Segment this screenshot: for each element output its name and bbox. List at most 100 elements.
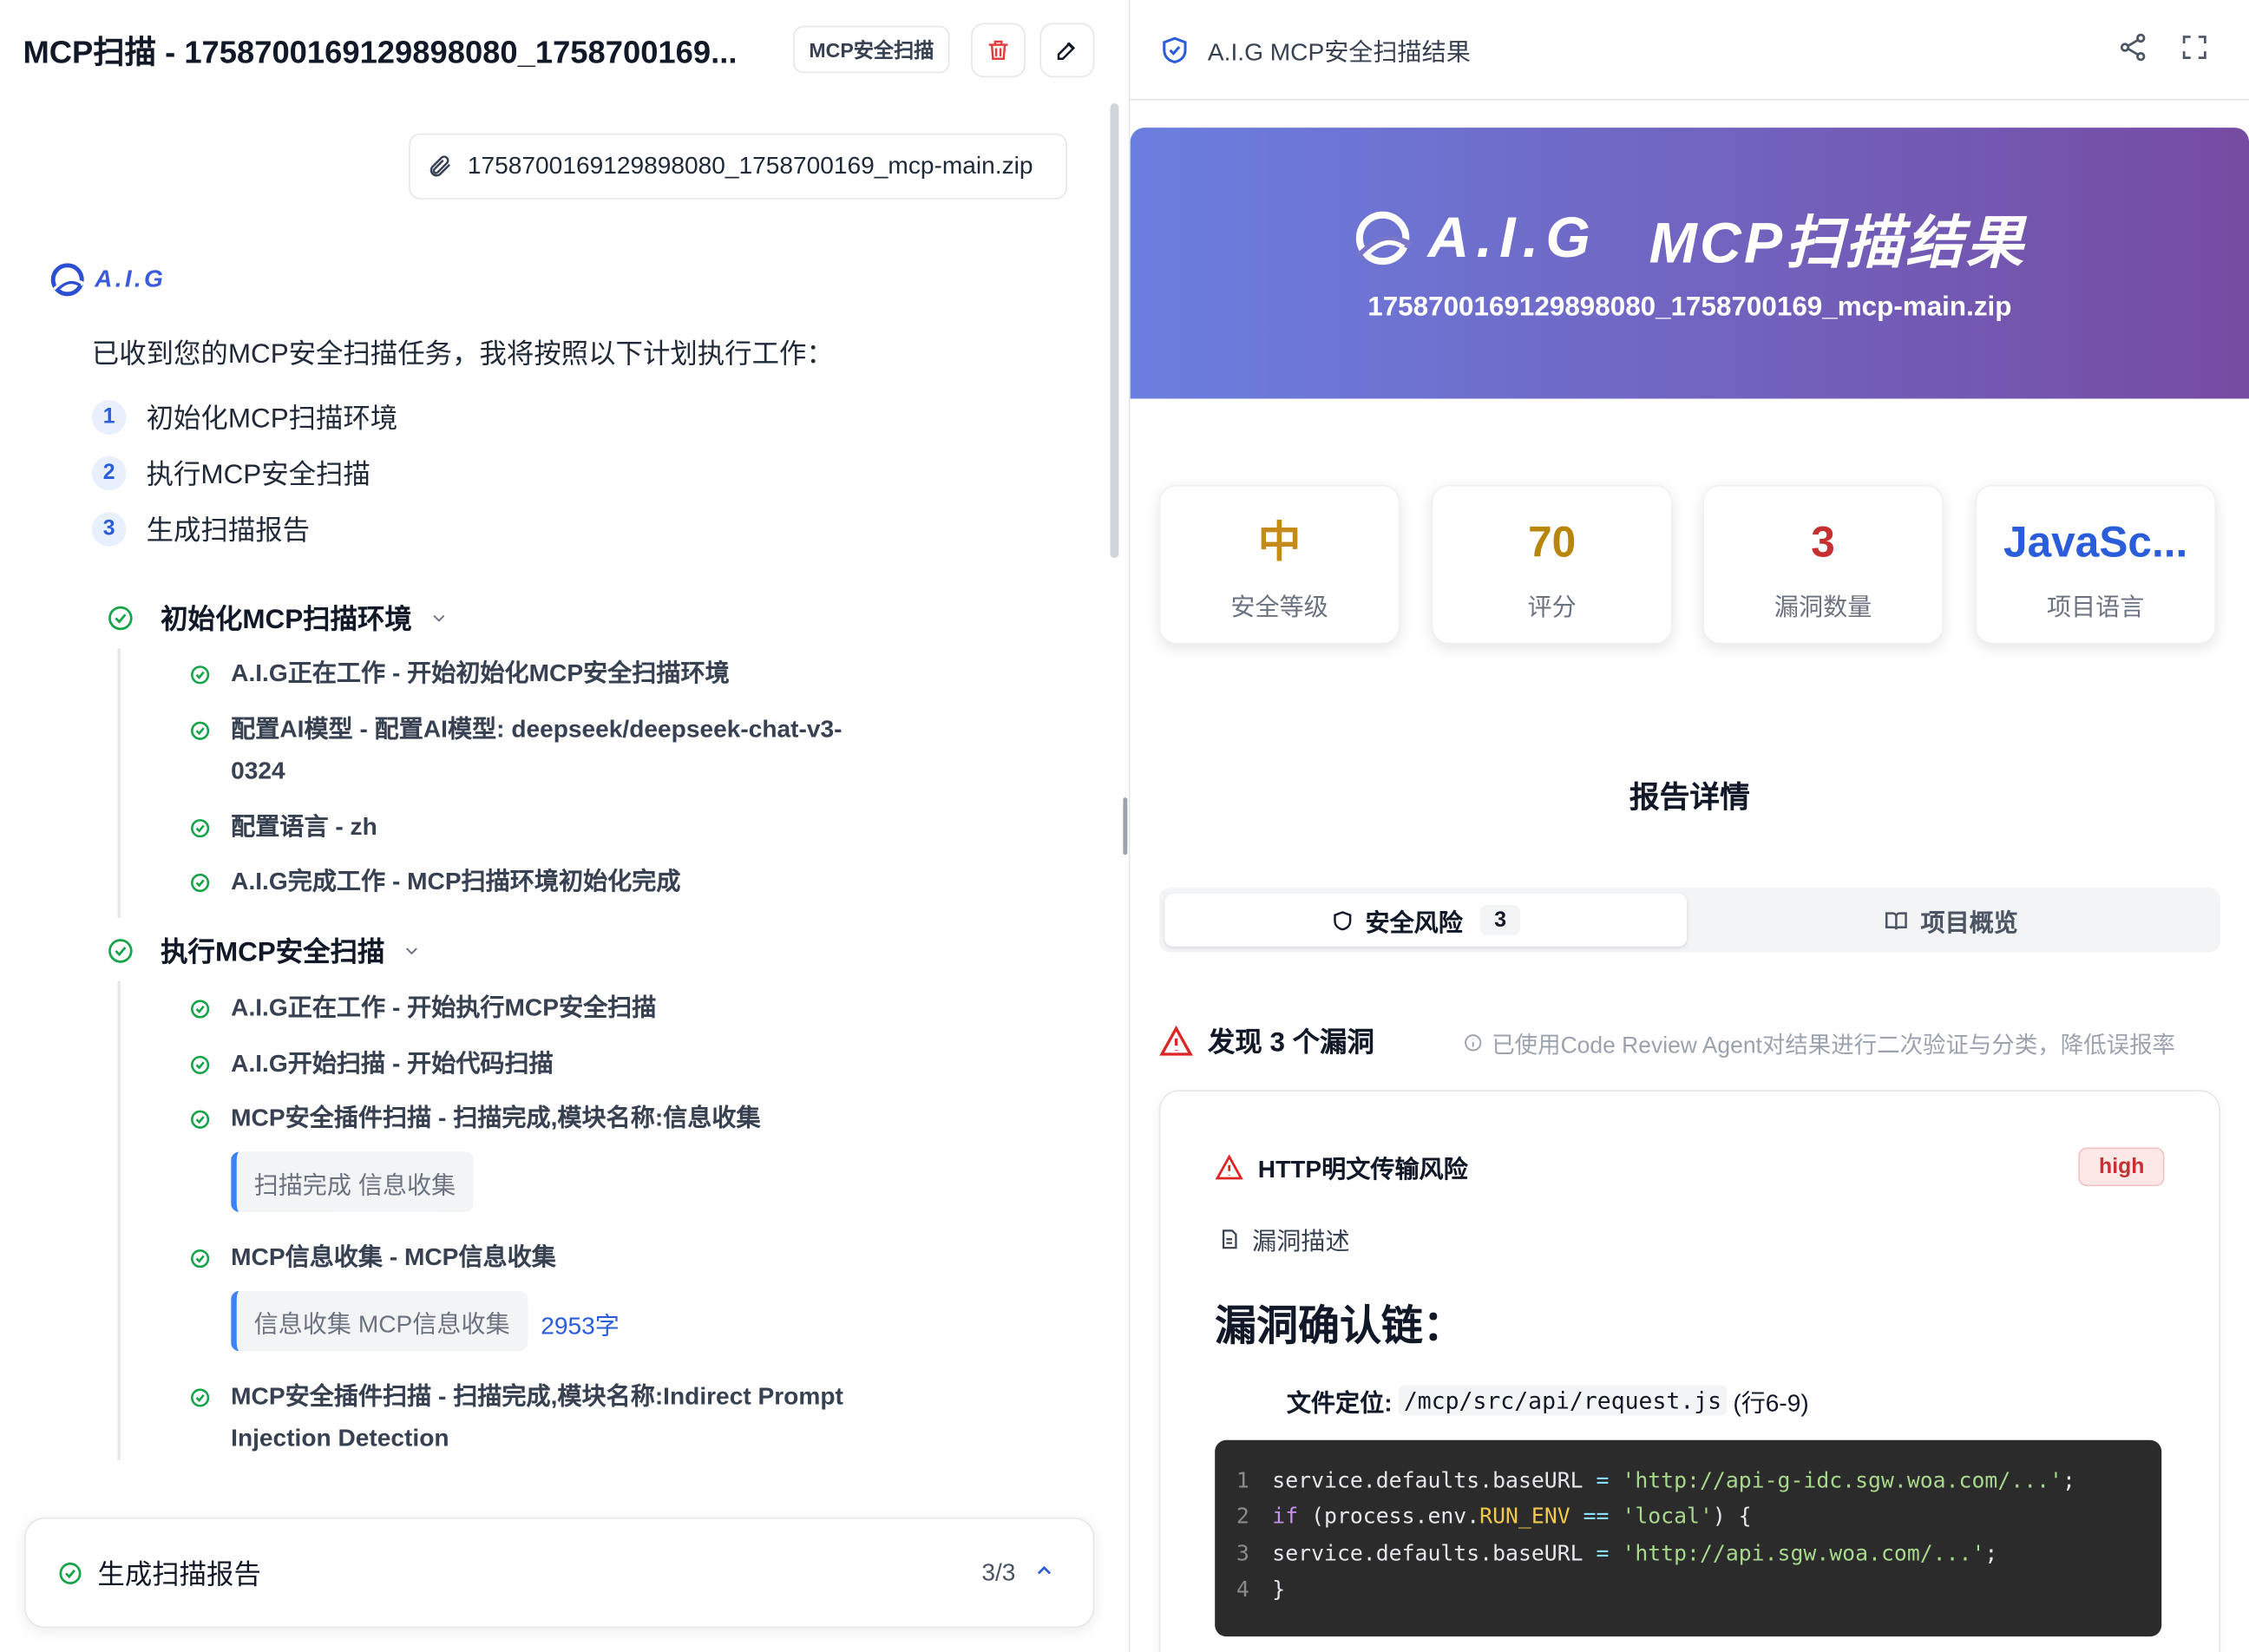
log-quote[interactable]: 信息收集 MCP信息收集 bbox=[231, 1290, 528, 1352]
fullscreen-icon[interactable] bbox=[2179, 31, 2210, 62]
vulnerability-card: HTTP明文传输风险 high 漏洞描述 漏洞确认链： 文件定位: /mcp/s… bbox=[1158, 1090, 2220, 1652]
check-circle-icon bbox=[108, 605, 133, 630]
step-timeline bbox=[117, 648, 121, 918]
plan-number: 1 bbox=[91, 399, 127, 435]
stat-card-language: JavaSc... 项目语言 bbox=[1975, 484, 2217, 645]
stat-label: 安全等级 bbox=[1230, 593, 1328, 621]
stat-value: JavaSc... bbox=[2003, 519, 2188, 567]
report-tabs: 安全风险 3 项目概览 bbox=[1158, 888, 2220, 953]
tab-badge: 3 bbox=[1479, 905, 1521, 935]
code-text: service.defaults.baseURL bbox=[1272, 1540, 1597, 1566]
log-item: MCP信息收集 - MCP信息收集 bbox=[189, 1236, 863, 1278]
chevron-up-icon[interactable] bbox=[1033, 1559, 1055, 1582]
code-string: 'http://api.sgw.woa.com/...' bbox=[1609, 1540, 1985, 1566]
chat-scrollbar[interactable] bbox=[1110, 103, 1119, 559]
plan-number: 3 bbox=[91, 511, 127, 547]
step-title: 执行MCP安全扫描 bbox=[161, 938, 385, 968]
log-text: A.I.G正在工作 - 开始初始化MCP安全扫描环境 bbox=[231, 659, 730, 687]
log-text: MCP安全插件扫描 - 扫描完成,模块名称:Indirect Prompt In… bbox=[231, 1382, 843, 1452]
log-text: MCP信息收集 - MCP信息收集 bbox=[231, 1243, 556, 1271]
aig-logo-icon bbox=[50, 263, 84, 297]
step-header-init[interactable]: 初始化MCP扫描环境 bbox=[106, 598, 449, 637]
stat-card-security-level: 中 安全等级 bbox=[1158, 484, 1400, 645]
log-item: 配置AI模型 - 配置AI模型: deepseek/deepseek-chat-… bbox=[189, 709, 863, 792]
plan-item: 3 生成扫描报告 bbox=[91, 509, 311, 548]
intro-message: 已收到您的MCP安全扫描任务，我将按照以下计划执行工作： bbox=[91, 339, 834, 370]
stat-label: 评分 bbox=[1527, 593, 1577, 621]
step-title: 初始化MCP扫描环境 bbox=[161, 605, 412, 636]
code-line: 2 if (process.env. RUN_ENV == 'local') { bbox=[1215, 1498, 2161, 1535]
vuln-desc-label: 漏洞描述 bbox=[1217, 1221, 1350, 1256]
report-details-title: 报告详情 bbox=[1629, 781, 1750, 815]
trash-icon bbox=[988, 40, 1008, 61]
tab-label: 项目概览 bbox=[1920, 909, 2018, 937]
task-type-tag[interactable]: MCP安全扫描 bbox=[793, 25, 950, 74]
book-icon bbox=[1885, 911, 1907, 929]
code-text: service.defaults.baseURL bbox=[1272, 1466, 1597, 1493]
current-step-card[interactable]: 生成扫描报告 3/3 bbox=[24, 1517, 1095, 1629]
file-location-path: /mcp/src/api/request.js bbox=[1398, 1385, 1728, 1416]
chat-header: MCP扫描 - 1758700169129898080_1758700169..… bbox=[0, 0, 1129, 101]
shield-check-icon bbox=[1163, 36, 1187, 63]
task-title: MCP扫描 - 1758700169129898080_1758700169..… bbox=[23, 34, 738, 71]
plan-number: 2 bbox=[91, 455, 127, 490]
step-header-scan[interactable]: 执行MCP安全扫描 bbox=[106, 931, 422, 970]
code-operator: = bbox=[1596, 1466, 1610, 1493]
log-item: A.I.G完成工作 - MCP扫描环境初始化完成 bbox=[189, 861, 863, 902]
code-operator: = bbox=[1596, 1540, 1610, 1566]
share-icon[interactable] bbox=[2117, 31, 2148, 62]
log-quote[interactable]: 扫描完成 信息收集 bbox=[231, 1151, 474, 1212]
stat-card-score: 70 评分 bbox=[1431, 484, 1673, 645]
code-text: ; bbox=[2062, 1466, 2075, 1493]
code-operator: == bbox=[1570, 1503, 1610, 1530]
chevron-down-icon[interactable] bbox=[429, 607, 449, 627]
plan-label: 生成扫描报告 bbox=[146, 516, 311, 547]
aig-logo: A.I.G bbox=[49, 261, 166, 298]
plan-item: 2 执行MCP安全扫描 bbox=[91, 453, 370, 492]
attached-file[interactable]: 1758700169129898080_1758700169_mcp-main.… bbox=[409, 133, 1067, 200]
panel-resize-handle[interactable] bbox=[1123, 797, 1128, 856]
tab-project-overview[interactable]: 项目概览 bbox=[1687, 894, 2214, 947]
stat-value: 3 bbox=[1811, 519, 1835, 567]
warning-icon bbox=[1215, 1153, 1243, 1179]
log-text: A.I.G正在工作 - 开始执行MCP安全扫描 bbox=[231, 993, 657, 1022]
stat-label: 漏洞数量 bbox=[1774, 593, 1872, 621]
code-line: 3 service.defaults.baseURL = 'http://api.… bbox=[1215, 1535, 2161, 1571]
log-text: A.I.G开始扫描 - 开始代码扫描 bbox=[231, 1050, 554, 1078]
log-text: 配置AI模型 - 配置AI模型: deepseek/deepseek-chat-… bbox=[231, 715, 843, 785]
tab-security-risk[interactable]: 安全风险 3 bbox=[1164, 893, 1688, 947]
chevron-down-icon[interactable] bbox=[402, 941, 422, 960]
file-location-range: (行6-9) bbox=[1733, 1389, 1809, 1418]
check-circle-icon bbox=[191, 1110, 210, 1129]
vuln-found-text: 发现 3 个漏洞 bbox=[1207, 1028, 1374, 1059]
verification-note: 已使用Code Review Agent对结果进行二次验证与分类，降低误报率 bbox=[1463, 1026, 2175, 1060]
line-number: 2 bbox=[1236, 1503, 1249, 1530]
code-text: ) { bbox=[1712, 1503, 1752, 1530]
code-text: ; bbox=[1984, 1540, 1998, 1566]
result-header-title: A.I.G MCP安全扫描结果 bbox=[1207, 38, 1471, 67]
check-circle-icon bbox=[191, 1388, 210, 1407]
step-timeline bbox=[117, 980, 121, 1460]
banner-file-name: 1758700169129898080_1758700169_mcp-main.… bbox=[1367, 292, 2012, 323]
check-circle-icon bbox=[191, 1249, 210, 1268]
delete-button[interactable] bbox=[971, 23, 1026, 78]
edit-button[interactable] bbox=[1039, 23, 1095, 78]
plan-label: 执行MCP安全扫描 bbox=[146, 460, 370, 491]
vuln-title: HTTP明文传输风险 bbox=[1215, 1149, 1468, 1184]
log-item: MCP安全插件扫描 - 扫描完成,模块名称:Indirect Prompt In… bbox=[189, 1375, 863, 1459]
aig-logo-icon bbox=[1356, 211, 1413, 266]
check-circle-icon bbox=[191, 819, 210, 838]
check-circle-icon bbox=[108, 938, 133, 962]
log-item: A.I.G开始扫描 - 开始代码扫描 bbox=[189, 1043, 863, 1085]
step-progress-count: 3/3 bbox=[981, 1558, 1016, 1586]
result-banner: A.I.G MCP扫描结果 1758700169129898080_175870… bbox=[1130, 128, 2249, 399]
verification-note-text: 已使用Code Review Agent对结果进行二次验证与分类，降低误报率 bbox=[1492, 1033, 2176, 1059]
word-count-link[interactable]: 2953字 bbox=[541, 1305, 620, 1341]
line-number: 3 bbox=[1236, 1540, 1249, 1566]
log-text: MCP安全插件扫描 - 扫描完成,模块名称:信息收集 bbox=[231, 1104, 761, 1132]
chat-panel: MCP扫描 - 1758700169129898080_1758700169..… bbox=[0, 0, 1131, 1652]
stat-card-vuln-count: 3 漏洞数量 bbox=[1702, 484, 1944, 645]
result-panel: A.I.G MCP安全扫描结果 A.I.G MCP扫描结果 1758700169… bbox=[1130, 0, 2249, 1652]
file-location-label: 文件定位: bbox=[1286, 1389, 1393, 1418]
code-variable: RUN_ENV bbox=[1479, 1503, 1570, 1530]
